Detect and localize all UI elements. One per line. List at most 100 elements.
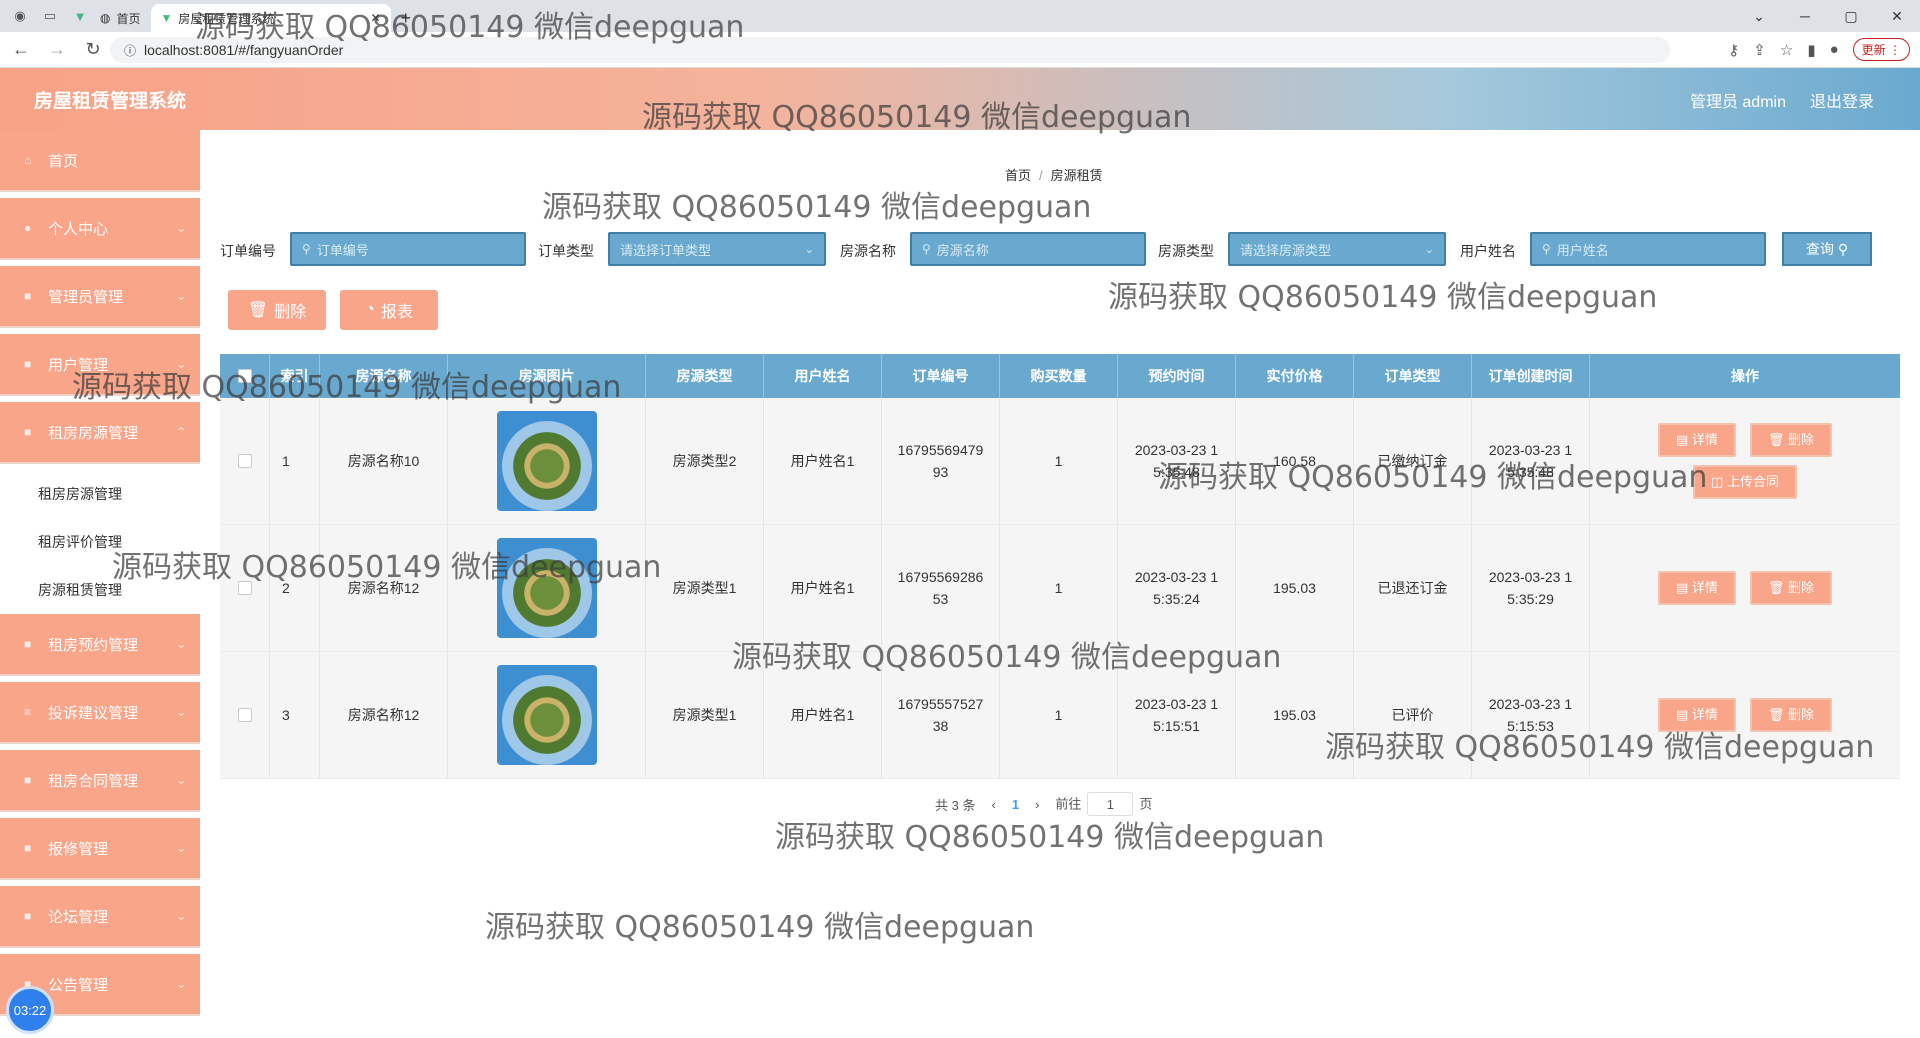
- sidebar-item-rental-houses[interactable]: ■ 租房房源管理 ⌃: [0, 402, 200, 462]
- house-type-select[interactable]: 请选择房源类型 ⌄: [1228, 232, 1446, 266]
- sidebar-item-profile[interactable]: ● 个人中心 ⌄: [0, 198, 200, 258]
- sidebar-item-label: 租房预约管理: [48, 636, 139, 654]
- cell-reserve-time: 2023-03-23 1 5:35:48: [1118, 398, 1236, 524]
- update-button[interactable]: 更新 ⋮: [1852, 38, 1910, 61]
- report-button[interactable]: ◔ 报表: [340, 290, 438, 330]
- reload-icon[interactable]: ↻: [78, 39, 108, 60]
- query-button[interactable]: 查询 ⚲: [1782, 232, 1872, 266]
- row-delete-label: 删除: [1788, 707, 1815, 722]
- star-icon[interactable]: ☆: [1780, 41, 1793, 59]
- row-checkbox[interactable]: [237, 708, 252, 722]
- vue-icon[interactable]: ▼: [70, 6, 90, 26]
- breadcrumb-home[interactable]: 首页: [1005, 168, 1031, 183]
- house-image[interactable]: [496, 665, 597, 765]
- house-image[interactable]: [496, 538, 597, 638]
- tab-favicon-icon[interactable]: ▭: [40, 6, 60, 26]
- query-label: 查询: [1805, 241, 1834, 257]
- tab-active[interactable]: ▼ 房屋租赁管理系统 ✕: [150, 4, 391, 32]
- new-tab-button[interactable]: +: [391, 4, 422, 32]
- admin-label: 管理员 admin: [1689, 94, 1786, 111]
- minimize-icon[interactable]: ─: [1782, 0, 1828, 32]
- row-delete-button[interactable]: 🗑 删除: [1749, 571, 1833, 605]
- pagination: 共 3 条 ‹ 1 › 前往 1 页: [935, 792, 1152, 816]
- delete-button[interactable]: 🗑 删除: [228, 290, 326, 330]
- sidebar-item-home[interactable]: ⌂ 首页: [0, 130, 200, 190]
- cell-index: 2: [270, 525, 320, 651]
- row-checkbox[interactable]: [237, 454, 252, 468]
- sidebar-item-contracts[interactable]: ■ 租房合同管理 ⌄: [0, 750, 200, 810]
- list-icon: ≡: [24, 705, 32, 719]
- tab-home[interactable]: ◍ 首页: [90, 4, 151, 32]
- sidebar-item-bookings[interactable]: ■ 租房预约管理 ⌄: [0, 614, 200, 674]
- row-delete-label: 删除: [1788, 580, 1815, 595]
- sidebar-item-forum[interactable]: ■ 论坛管理 ⌄: [0, 886, 200, 946]
- sidebar-item-repairs[interactable]: ■ 报修管理 ⌄: [0, 818, 200, 878]
- sidepanel-icon[interactable]: ▮: [1807, 41, 1815, 59]
- sidebar-item-label: 管理员管理: [48, 288, 124, 306]
- upload-contract-button[interactable]: ◫ 上传合同: [1693, 465, 1797, 499]
- order-no-input[interactable]: ⚲ 订单编号: [290, 232, 526, 266]
- cell-user-name: 用户姓名1: [764, 652, 882, 778]
- column-header: 订单类型: [1354, 354, 1472, 398]
- chevron-right-icon[interactable]: ›: [1035, 797, 1039, 812]
- breadcrumb-current: 房源租赁: [1050, 168, 1103, 183]
- trash-icon: 🗑: [1767, 707, 1785, 722]
- chevron-down-icon: ⌄: [175, 841, 186, 855]
- search-icon: ⚲: [922, 242, 931, 256]
- sidebar-item-users[interactable]: ■ 用户管理 ⌄: [0, 334, 200, 394]
- order-no-label: 订单编号: [220, 243, 276, 259]
- url-field[interactable]: ⓘ localhost:8081/#/fangyuanOrder: [110, 37, 1670, 63]
- select-all-checkbox[interactable]: [237, 369, 252, 383]
- back-icon[interactable]: ←: [6, 39, 36, 60]
- key-icon[interactable]: ⚷: [1728, 41, 1739, 59]
- detail-button[interactable]: ▤ 详情: [1657, 698, 1736, 732]
- submenu-item-houses[interactable]: 租房房源管理: [0, 470, 200, 518]
- tab-search-icon[interactable]: ⌄: [1736, 0, 1782, 32]
- chevron-left-icon[interactable]: ‹: [991, 797, 995, 812]
- sidebar-item-label: 首页: [48, 152, 79, 170]
- logout-link[interactable]: 退出登录: [1810, 88, 1874, 112]
- detail-label: 详情: [1691, 707, 1718, 722]
- submenu-item-leases[interactable]: 房源租赁管理: [0, 566, 200, 614]
- detail-button[interactable]: ▤ 详情: [1657, 571, 1736, 605]
- table-header: 索引 房源名称 房源图片 房源类型 用户姓名 订单编号 购买数量 预约时间 实付…: [220, 354, 1900, 398]
- cell-house-name: 房源名称10: [320, 398, 448, 524]
- sidebar-item-admins[interactable]: ■ 管理员管理 ⌄: [0, 266, 200, 326]
- forward-icon[interactable]: →: [42, 39, 72, 60]
- admin-icon: ■: [24, 289, 32, 303]
- cell-actions: ▤ 详情 🗑 删除: [1590, 652, 1900, 778]
- user-name-input[interactable]: ⚲ 用户姓名: [1530, 232, 1766, 266]
- house-image[interactable]: [496, 411, 597, 511]
- cell-house-image: [448, 525, 646, 651]
- sidebar-item-complaints[interactable]: ≡ 投诉建议管理 ⌄: [0, 682, 200, 742]
- close-window-icon[interactable]: ✕: [1874, 0, 1920, 32]
- orders-table: 索引 房源名称 房源图片 房源类型 用户姓名 订单编号 购买数量 预约时间 实付…: [220, 354, 1900, 779]
- order-type-select[interactable]: 请选择订单类型 ⌄: [608, 232, 826, 266]
- tab-close-icon[interactable]: ✕: [370, 11, 380, 25]
- submenu-item-reviews[interactable]: 租房评价管理: [0, 518, 200, 566]
- cell-reserve-time: 2023-03-23 1 5:15:51: [1118, 652, 1236, 778]
- house-name-input[interactable]: ⚲ 房源名称: [910, 232, 1146, 266]
- row-delete-button[interactable]: 🗑 删除: [1749, 698, 1833, 732]
- sidebar-item-label: 投诉建议管理: [48, 704, 139, 722]
- share-icon[interactable]: ⇪: [1753, 41, 1766, 59]
- pager-page-1[interactable]: 1: [1012, 797, 1019, 812]
- table-row: 1 房源名称10 房源类型2 用户姓名1 16795569479 93 1 20…: [220, 398, 1900, 525]
- column-header: 操作: [1731, 368, 1759, 384]
- pager-total: 共 3 条: [935, 797, 976, 813]
- house-icon: ■: [24, 425, 32, 439]
- row-checkbox[interactable]: [237, 581, 252, 595]
- row-delete-button[interactable]: 🗑 删除: [1749, 423, 1833, 457]
- sidebar-item-label: 用户管理: [48, 356, 109, 374]
- detail-button[interactable]: ▤ 详情: [1657, 423, 1736, 457]
- maximize-icon[interactable]: ▢: [1828, 0, 1874, 32]
- sidebar-item-label: 租房房源管理: [48, 424, 139, 442]
- profile-icon[interactable]: ●: [1830, 41, 1839, 58]
- pager-goto-label: 前往: [1055, 796, 1082, 812]
- pager-jump-input[interactable]: 1: [1087, 792, 1134, 816]
- detail-label: 详情: [1691, 580, 1718, 595]
- browser-menu-icon[interactable]: ◉: [10, 6, 30, 26]
- column-header: 房源类型: [646, 354, 764, 398]
- row-checkbox-cell: [220, 398, 270, 524]
- cell-actions: ▤ 详情 🗑 删除 ◫ 上传合同: [1590, 398, 1900, 524]
